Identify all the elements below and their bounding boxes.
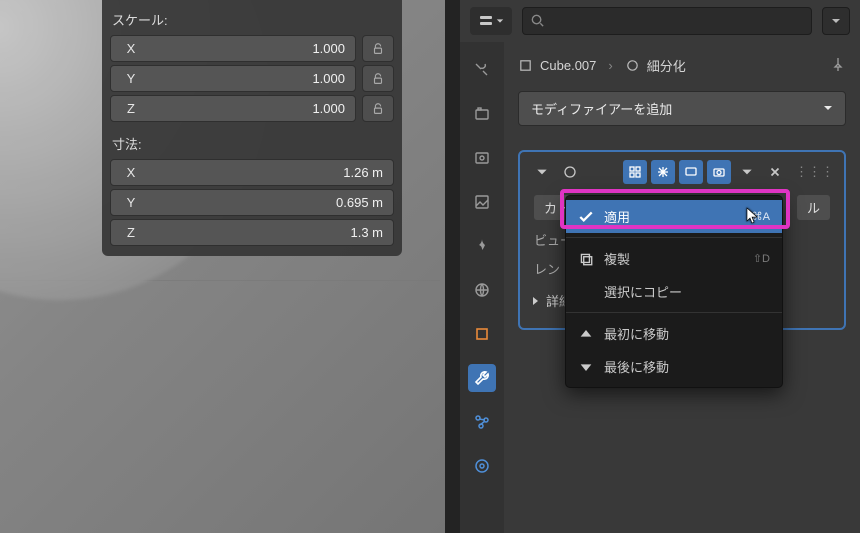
add-modifier-button[interactable]: モディファイアーを追加 <box>518 91 846 126</box>
catmull-right: ル <box>797 195 830 220</box>
menu-item-copy-to-selected[interactable]: 選択にコピー <box>566 275 782 308</box>
menu-item-duplicate[interactable]: 複製 ⇧D <box>566 242 782 275</box>
scale-label: スケール: <box>110 6 394 35</box>
duplicate-icon <box>578 251 594 267</box>
tab-scene[interactable] <box>468 232 496 260</box>
triangle-right-icon <box>530 296 540 306</box>
search-wrap <box>522 7 812 35</box>
show-cage-toggle[interactable] <box>651 160 675 184</box>
dim-z-field[interactable]: Z 1.3 m <box>110 219 394 246</box>
axis-y: Y <box>111 190 151 215</box>
tab-particles[interactable] <box>468 408 496 436</box>
scale-x-field[interactable]: X 1.000 <box>110 35 356 62</box>
dim-y-value: 0.695 m <box>151 190 393 215</box>
scale-y-row: Y 1.000 <box>110 65 394 92</box>
scale-z-row: Z 1.000 <box>110 95 394 122</box>
menu-duplicate-label: 複製 <box>604 249 630 268</box>
scale-y-field[interactable]: Y 1.000 <box>110 65 356 92</box>
menu-separator <box>566 237 782 238</box>
tab-modifier[interactable] <box>468 364 496 392</box>
dim-x-field[interactable]: X 1.26 m <box>110 159 394 186</box>
axis-z: Z <box>111 96 151 121</box>
tab-render[interactable] <box>468 100 496 128</box>
lock-icon[interactable] <box>362 65 394 92</box>
transform-panel: スケール: X 1.000 Y 1.000 Z 1.000 <box>102 0 402 256</box>
chevron-down-icon <box>823 101 833 116</box>
dim-x-value: 1.26 m <box>151 160 393 185</box>
tab-viewlayer[interactable] <box>468 188 496 216</box>
dimensions-label: 寸法: <box>110 130 394 159</box>
menu-item-apply[interactable]: 適用 ⌘A <box>566 200 782 233</box>
dim-y-row: Y 0.695 m <box>110 189 394 216</box>
options-dropdown[interactable] <box>822 7 850 35</box>
check-icon <box>578 209 594 225</box>
scale-z-field[interactable]: Z 1.000 <box>110 95 356 122</box>
axis-z: Z <box>111 220 151 245</box>
chevron-right-icon: › <box>608 58 612 73</box>
subsurf-icon <box>625 58 640 73</box>
scale-z-value: 1.000 <box>151 96 355 121</box>
show-render-toggle[interactable] <box>707 160 731 184</box>
collapse-toggle[interactable] <box>530 160 554 184</box>
editor-type-dropdown[interactable] <box>470 7 512 35</box>
modifier-menu-button[interactable] <box>735 160 759 184</box>
tab-object[interactable] <box>468 320 496 348</box>
tab-world[interactable] <box>468 276 496 304</box>
pin-icon[interactable] <box>830 56 846 75</box>
properties-region: Cube.007 › 細分化 モディファイアーを追加 <box>445 0 860 533</box>
region-divider[interactable] <box>445 0 460 533</box>
add-modifier-label: モディファイアーを追加 <box>531 99 672 118</box>
object-icon <box>518 58 533 73</box>
menu-apply-label: 適用 <box>604 207 630 226</box>
tab-tool[interactable] <box>468 56 496 84</box>
modifier-header: ⋮⋮⋮ <box>530 160 834 184</box>
drag-handle-icon[interactable]: ⋮⋮⋮ <box>795 164 834 180</box>
lock-icon[interactable] <box>362 35 394 62</box>
triangle-down-icon <box>578 359 594 375</box>
dim-z-row: Z 1.3 m <box>110 219 394 246</box>
modifier-context-menu: 適用 ⌘A 複製 ⇧D 選択にコピー 最初に移動 最後に移動 <box>565 195 783 388</box>
breadcrumb-object[interactable]: Cube.007 <box>518 58 596 73</box>
scale-y-value: 1.000 <box>151 66 355 91</box>
breadcrumb-modifier-label: 細分化 <box>647 56 686 75</box>
search-icon <box>530 13 545 28</box>
remove-modifier-button[interactable] <box>763 160 787 184</box>
triangle-up-icon <box>578 326 594 342</box>
menu-item-move-last[interactable]: 最後に移動 <box>566 350 782 383</box>
menu-move-first-label: 最初に移動 <box>604 324 669 343</box>
show-edit-mode-toggle[interactable] <box>623 160 647 184</box>
scale-x-row: X 1.000 <box>110 35 394 62</box>
menu-separator <box>566 312 782 313</box>
search-input[interactable] <box>522 7 812 35</box>
menu-move-last-label: 最後に移動 <box>604 357 669 376</box>
menu-copy-label: 選択にコピー <box>604 282 682 301</box>
tab-physics[interactable] <box>468 452 496 480</box>
menu-item-move-first[interactable]: 最初に移動 <box>566 317 782 350</box>
menu-duplicate-shortcut: ⇧D <box>753 252 770 265</box>
properties-header <box>460 0 860 42</box>
breadcrumb-modifier[interactable]: 細分化 <box>625 56 686 75</box>
scale-x-value: 1.000 <box>151 36 355 61</box>
breadcrumb-object-label: Cube.007 <box>540 58 596 73</box>
tab-output[interactable] <box>468 144 496 172</box>
dim-z-value: 1.3 m <box>151 220 393 245</box>
dim-y-field[interactable]: Y 0.695 m <box>110 189 394 216</box>
breadcrumb: Cube.007 › 細分化 <box>518 52 846 91</box>
property-tabs <box>460 42 504 533</box>
axis-y: Y <box>111 66 151 91</box>
show-viewport-toggle[interactable] <box>679 160 703 184</box>
lock-icon[interactable] <box>362 95 394 122</box>
render-label: レン <box>534 259 560 278</box>
axis-x: X <box>111 36 151 61</box>
axis-x: X <box>111 160 151 185</box>
modifier-type-icon <box>558 160 582 184</box>
menu-apply-shortcut: ⌘A <box>752 210 770 223</box>
dim-x-row: X 1.26 m <box>110 159 394 186</box>
